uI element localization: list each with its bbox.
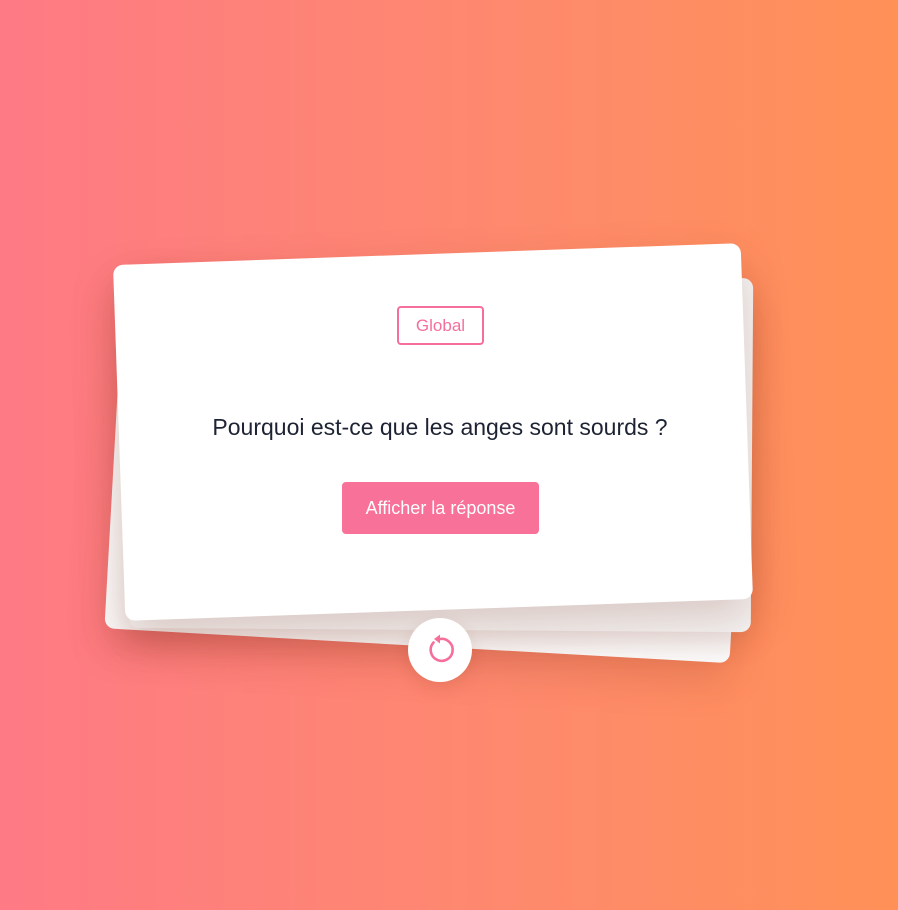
card-stack: Global Pourquoi est-ce que les anges son… bbox=[0, 0, 898, 910]
rotate-ccw-icon bbox=[423, 633, 457, 667]
question-text: Pourquoi est-ce que les anges sont sourd… bbox=[212, 414, 668, 440]
reset-button[interactable] bbox=[408, 618, 472, 682]
show-answer-button[interactable]: Afficher la réponse bbox=[342, 482, 539, 534]
category-tag: Global bbox=[397, 306, 484, 345]
